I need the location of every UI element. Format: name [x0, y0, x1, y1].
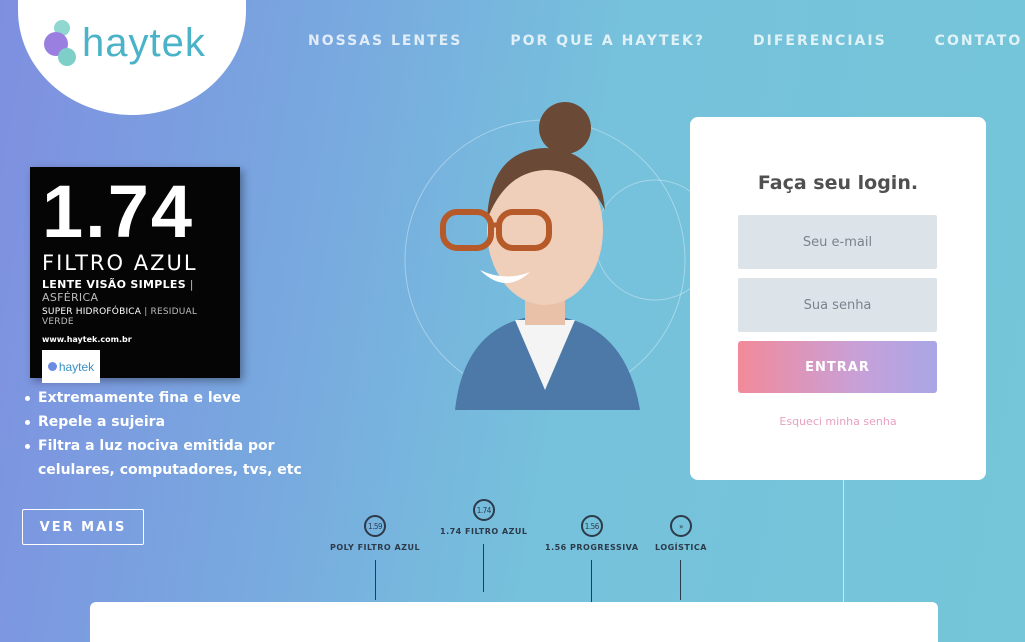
promo-subtitle: FILTRO AZUL [42, 251, 198, 275]
timeline-stem [483, 544, 485, 592]
logo-text: haytek [82, 20, 206, 65]
login-card: Faça seu login. ENTRAR Esqueci minha sen… [690, 117, 986, 480]
timeline-label: 1.74 FILTRO AZUL [440, 527, 528, 536]
timeline-label: 1.56 PROGRESSIVA [545, 543, 639, 552]
nav-item-contato[interactable]: CONTATO [935, 33, 1023, 49]
nav-item-por-que-haytek[interactable]: POR QUE A HAYTEK? [510, 33, 705, 49]
decorative-line [843, 480, 844, 605]
logo-mark-icon [42, 20, 78, 66]
brand-logo[interactable]: haytek [42, 20, 206, 66]
timeline-item-logistica[interactable]: » LOGÍSTICA [655, 515, 707, 600]
feature-item: Filtra a luz nociva emitida por celulare… [22, 434, 322, 482]
promo-index: 1.74 [42, 170, 195, 253]
timeline-badge: » [669, 515, 692, 537]
timeline-stem [374, 560, 376, 600]
nav-item-diferenciais[interactable]: DIFERENCIAIS [753, 33, 887, 49]
see-more-button[interactable]: VER MAIS [22, 509, 144, 545]
timeline-badge: 1.56 [580, 515, 603, 537]
timeline-label: POLY FILTRO AZUL [330, 543, 421, 552]
promo-logo-badge: haytek [42, 350, 100, 383]
timeline-stem [591, 560, 593, 608]
password-input[interactable] [738, 278, 937, 332]
timeline-badge: 1.59 [364, 515, 387, 537]
timeline-item-156[interactable]: 1.56 1.56 PROGRESSIVA [545, 515, 639, 608]
main-nav: NOSSAS LENTES POR QUE A HAYTEK? DIFERENC… [308, 33, 1022, 49]
timeline-item-poly[interactable]: 1.59 POLY FILTRO AZUL [330, 515, 420, 600]
timeline-stem [680, 560, 682, 600]
login-button[interactable]: ENTRAR [738, 341, 937, 393]
forgot-password-link[interactable]: Esqueci minha senha [690, 415, 986, 428]
timeline-item-174[interactable]: 1.74 1.74 FILTRO AZUL [440, 499, 528, 592]
promo-line-2: SUPER HIDROFÓBICA | RESIDUAL VERDE [42, 307, 198, 327]
product-promo-image: 1.74 FILTRO AZUL LENTE VISÃO SIMPLES | A… [30, 167, 240, 383]
timeline-badge: 1.74 [472, 499, 495, 521]
feature-item: Repele a sujeira [22, 410, 322, 434]
login-title: Faça seu login. [757, 172, 919, 194]
nav-item-nossas-lentes[interactable]: NOSSAS LENTES [308, 33, 462, 49]
timeline-label: LOGÍSTICA [655, 543, 707, 552]
promo-line-1: LENTE VISÃO SIMPLES | ASFÉRICA [42, 278, 194, 304]
content-panel [90, 602, 938, 642]
promo-url: www.haytek.com.br [42, 335, 132, 344]
feature-list: Extremamente fina e leve Repele a sujeir… [22, 386, 322, 482]
email-input[interactable] [738, 215, 937, 269]
hero-woman-image [404, 102, 695, 410]
feature-item: Extremamente fina e leve [22, 386, 322, 410]
